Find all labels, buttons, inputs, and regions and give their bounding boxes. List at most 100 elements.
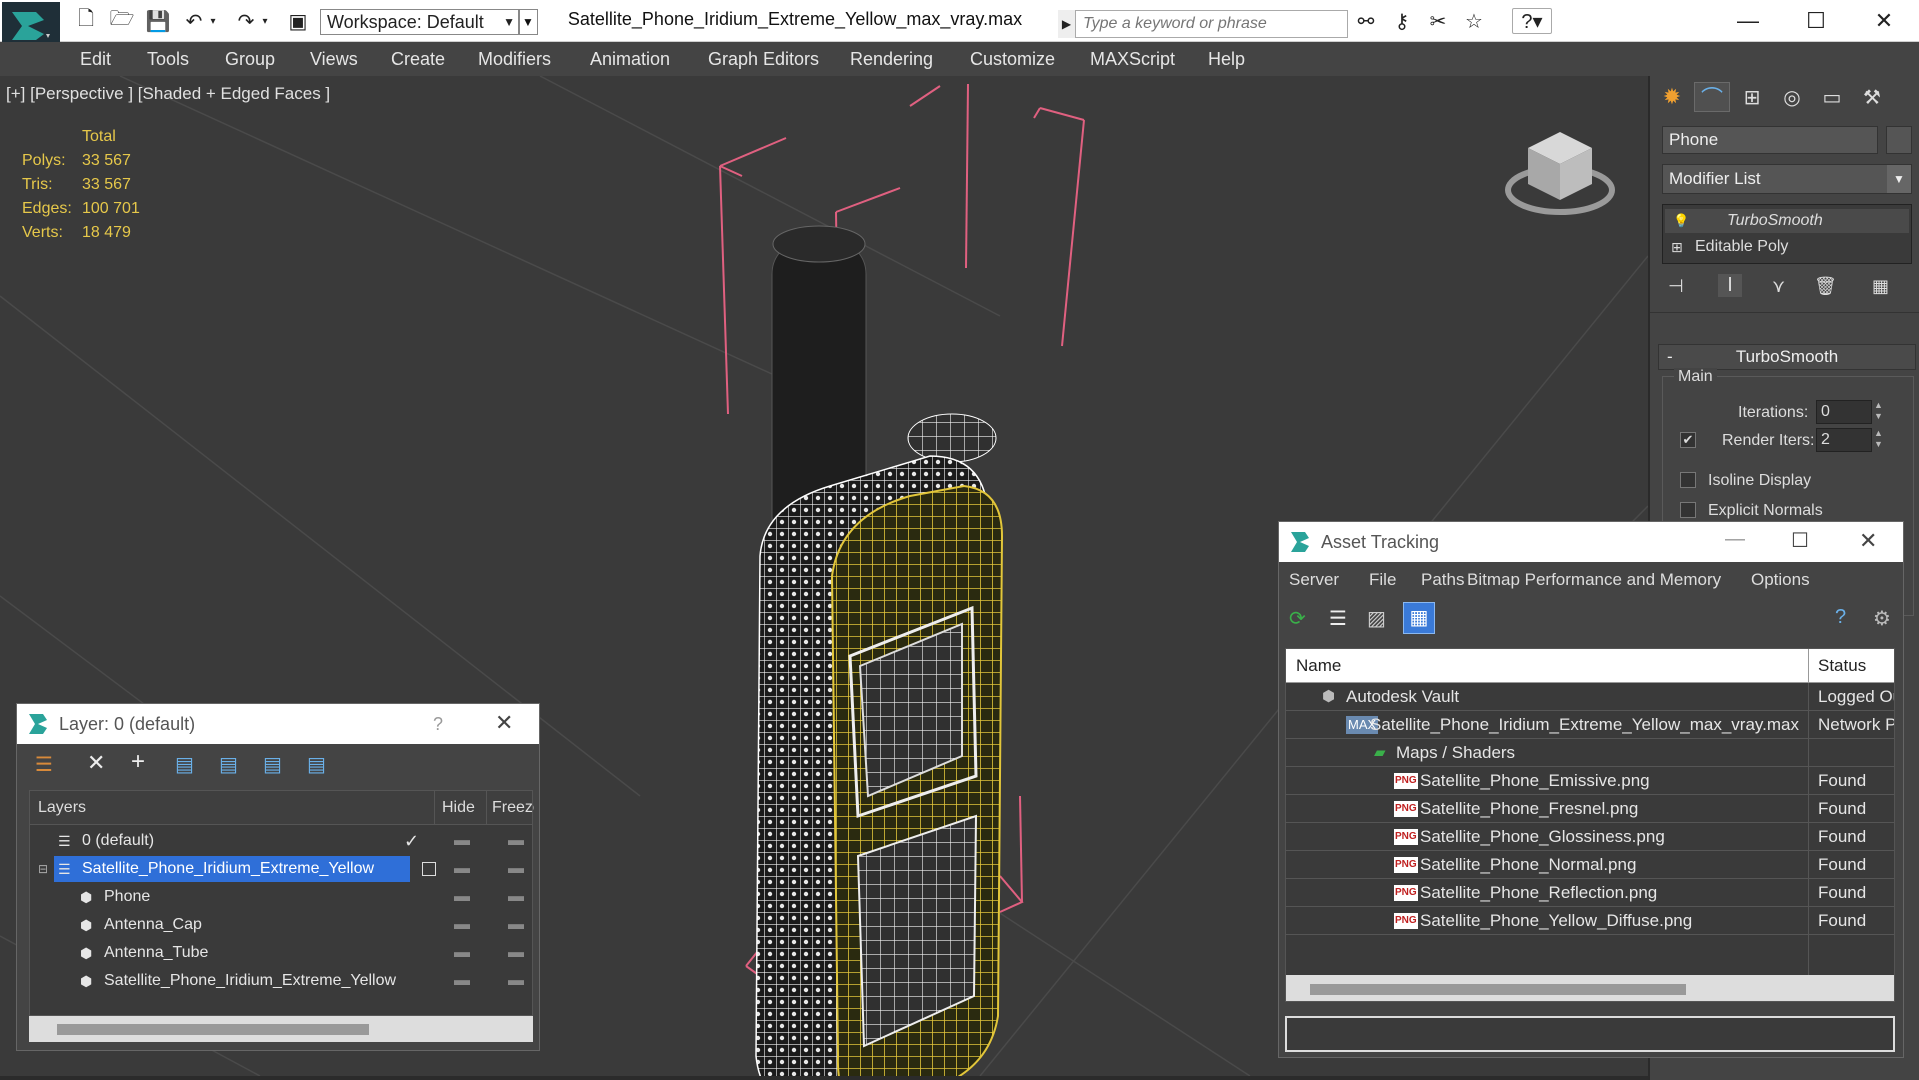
column-status[interactable]: Status	[1818, 656, 1866, 676]
menu-tools[interactable]: Tools	[147, 49, 189, 70]
search-expand-icon[interactable]: ▶	[1058, 10, 1076, 38]
column-name[interactable]: Name	[1296, 656, 1341, 676]
object-row[interactable]: ⬢ Antenna_Tube ▬ ▬	[30, 939, 532, 967]
modify-tab-icon[interactable]: ⌒	[1694, 82, 1730, 112]
menu-server[interactable]: Server	[1289, 570, 1339, 590]
render-iters-checkbox[interactable]: ✔	[1680, 432, 1696, 448]
display-tab-icon[interactable]: ▭	[1814, 82, 1850, 112]
menu-paths[interactable]: Paths	[1421, 570, 1464, 590]
add-icon[interactable]: +	[131, 748, 145, 776]
close-icon[interactable]: ✕	[495, 710, 513, 736]
modifier-list-dropdown[interactable]: Modifier List ▼	[1662, 164, 1912, 194]
render-iters-spinner[interactable]: 2	[1816, 428, 1872, 452]
hide-toggle[interactable]: ▬	[454, 911, 470, 939]
dialog-title-bar[interactable]: Layer: 0 (default) ? ✕	[17, 704, 539, 744]
dialog-title-bar[interactable]: Asset Tracking — ☐ ✕	[1279, 522, 1903, 562]
object-row[interactable]: ⬢ Phone ▬ ▬	[30, 883, 532, 911]
menu-animation[interactable]: Animation	[590, 49, 670, 70]
current-layer-check-icon[interactable]: ✓	[404, 827, 419, 855]
menu-group[interactable]: Group	[225, 49, 275, 70]
spinner-arrows-icon[interactable]: ▲ ▼	[1874, 400, 1883, 422]
explicit-normals-checkbox[interactable]	[1680, 502, 1696, 518]
column-freeze[interactable]: Freeze	[492, 799, 534, 817]
refresh-icon[interactable]: ⟳	[1289, 606, 1306, 631]
help-settings-icon[interactable]: ⚙	[1873, 606, 1891, 631]
hide-toggle[interactable]: ▬	[454, 883, 470, 911]
binoculars-icon[interactable]: ⚯	[1352, 8, 1380, 34]
key-icon[interactable]: ⚷	[1388, 8, 1416, 34]
create-tab-icon[interactable]: ✹	[1654, 82, 1690, 112]
motion-tab-icon[interactable]: ◎	[1774, 82, 1810, 112]
freeze-toggle[interactable]: ▬	[508, 827, 524, 855]
help-icon[interactable]: ?	[1835, 606, 1846, 629]
select-objects-icon[interactable]: ▤	[175, 752, 194, 777]
maximize-icon[interactable]: ☐	[1791, 528, 1809, 553]
menu-modifiers[interactable]: Modifiers	[478, 49, 551, 70]
freeze-toggle[interactable]: ▬	[508, 911, 524, 939]
object-name-field[interactable]: Phone	[1662, 126, 1878, 154]
asset-row[interactable]: PNG Satellite_Phone_Fresnel.png Found	[1286, 795, 1894, 823]
search-box[interactable]	[1058, 10, 1348, 38]
new-file-icon[interactable]: 🗋	[72, 8, 100, 34]
menu-file[interactable]: File	[1369, 570, 1396, 590]
show-end-result-icon[interactable]: I	[1718, 274, 1742, 297]
menu-options[interactable]: Options	[1751, 570, 1810, 590]
asset-row[interactable]: PNG Satellite_Phone_Reflection.png Found	[1286, 879, 1894, 907]
asset-row[interactable]: PNG Satellite_Phone_Normal.png Found	[1286, 851, 1894, 879]
undo-icon[interactable]: ↶	[180, 8, 208, 34]
isoline-display-checkbox[interactable]	[1680, 472, 1696, 488]
freeze-toggle[interactable]: ▬	[508, 939, 524, 967]
column-hide[interactable]: Hide	[442, 799, 475, 817]
undo-dropdown-icon[interactable]: ▾	[206, 8, 220, 34]
close-icon[interactable]: ✕	[1859, 528, 1877, 554]
asset-row[interactable]: ⬢ Autodesk Vault Logged Ou	[1286, 683, 1894, 711]
freeze-toggle[interactable]: ▬	[508, 855, 524, 883]
menu-edit[interactable]: Edit	[80, 49, 111, 70]
spinner-arrows-icon[interactable]: ▲ ▼	[1874, 428, 1883, 450]
delete-icon[interactable]: ✕	[87, 750, 105, 776]
menu-help[interactable]: Help	[1208, 49, 1245, 70]
hide-toggle[interactable]: ▬	[454, 827, 470, 855]
layer-row[interactable]: ☰ 0 (default) ✓ ▬ ▬	[30, 827, 532, 855]
phone-wireframe-model[interactable]	[740, 156, 1050, 1076]
object-row[interactable]: ⬢ Antenna_Cap ▬ ▬	[30, 911, 532, 939]
hide-toggle[interactable]: ▬	[454, 855, 470, 883]
thumbnail-view-icon[interactable]: ▨	[1367, 606, 1386, 631]
help-icon[interactable]: ?▾	[1512, 8, 1552, 34]
menu-maxscript[interactable]: MAXScript	[1090, 49, 1175, 70]
scrollbar-thumb[interactable]	[57, 1024, 369, 1035]
menu-bitmap-performance[interactable]: Bitmap Performance and Memory	[1467, 570, 1721, 590]
workspace-menu-arrow[interactable]: ▼	[518, 9, 538, 35]
tools-icon[interactable]: ✂	[1424, 8, 1452, 34]
horizontal-scrollbar[interactable]	[29, 1016, 533, 1042]
stack-item-turbosmooth[interactable]: 💡 TurboSmooth	[1665, 209, 1909, 233]
object-row[interactable]: ⬢ Satellite_Phone_Iridium_Extreme_Yellow…	[30, 967, 532, 995]
object-color-swatch[interactable]	[1886, 126, 1912, 154]
asset-row[interactable]: PNG Satellite_Phone_Yellow_Diffuse.png F…	[1286, 907, 1894, 935]
asset-row[interactable]: MAX Satellite_Phone_Iridium_Extreme_Yell…	[1286, 711, 1894, 739]
freeze-toggle[interactable]: ▬	[508, 883, 524, 911]
menu-views[interactable]: Views	[310, 49, 358, 70]
workspace-dropdown[interactable]: Workspace: Default ▼	[320, 9, 520, 35]
asset-row[interactable]: ▰ Maps / Shaders	[1286, 739, 1894, 767]
collapse-icon[interactable]: ⊟	[38, 855, 48, 883]
lightbulb-icon[interactable]: 💡	[1673, 209, 1689, 233]
layer-properties-icon[interactable]: ▤	[307, 752, 326, 777]
save-file-icon[interactable]: 💾	[144, 8, 172, 34]
list-view-icon[interactable]: ☰	[1329, 606, 1347, 631]
menu-create[interactable]: Create	[391, 49, 445, 70]
expand-plus-icon[interactable]: ⊞	[1671, 235, 1683, 259]
table-view-icon[interactable]: ▦	[1403, 602, 1435, 634]
menu-rendering[interactable]: Rendering	[850, 49, 933, 70]
minimize-icon[interactable]: —	[1718, 4, 1778, 38]
set-current-layer-icon[interactable]: ▤	[263, 752, 282, 777]
pin-stack-icon[interactable]: ⊣	[1668, 276, 1684, 297]
highlight-layer-icon[interactable]: ▤	[219, 752, 238, 777]
stack-item-editable-poly[interactable]: ⊞ Editable Poly	[1665, 235, 1909, 259]
project-folder-icon[interactable]: ▣	[284, 8, 312, 34]
iterations-spinner[interactable]: 0	[1816, 400, 1872, 424]
asset-path-field[interactable]	[1285, 1016, 1895, 1052]
scrollbar-thumb[interactable]	[1310, 984, 1686, 995]
horizontal-scrollbar[interactable]	[1286, 975, 1894, 1001]
set-current-checkbox[interactable]	[422, 862, 436, 876]
